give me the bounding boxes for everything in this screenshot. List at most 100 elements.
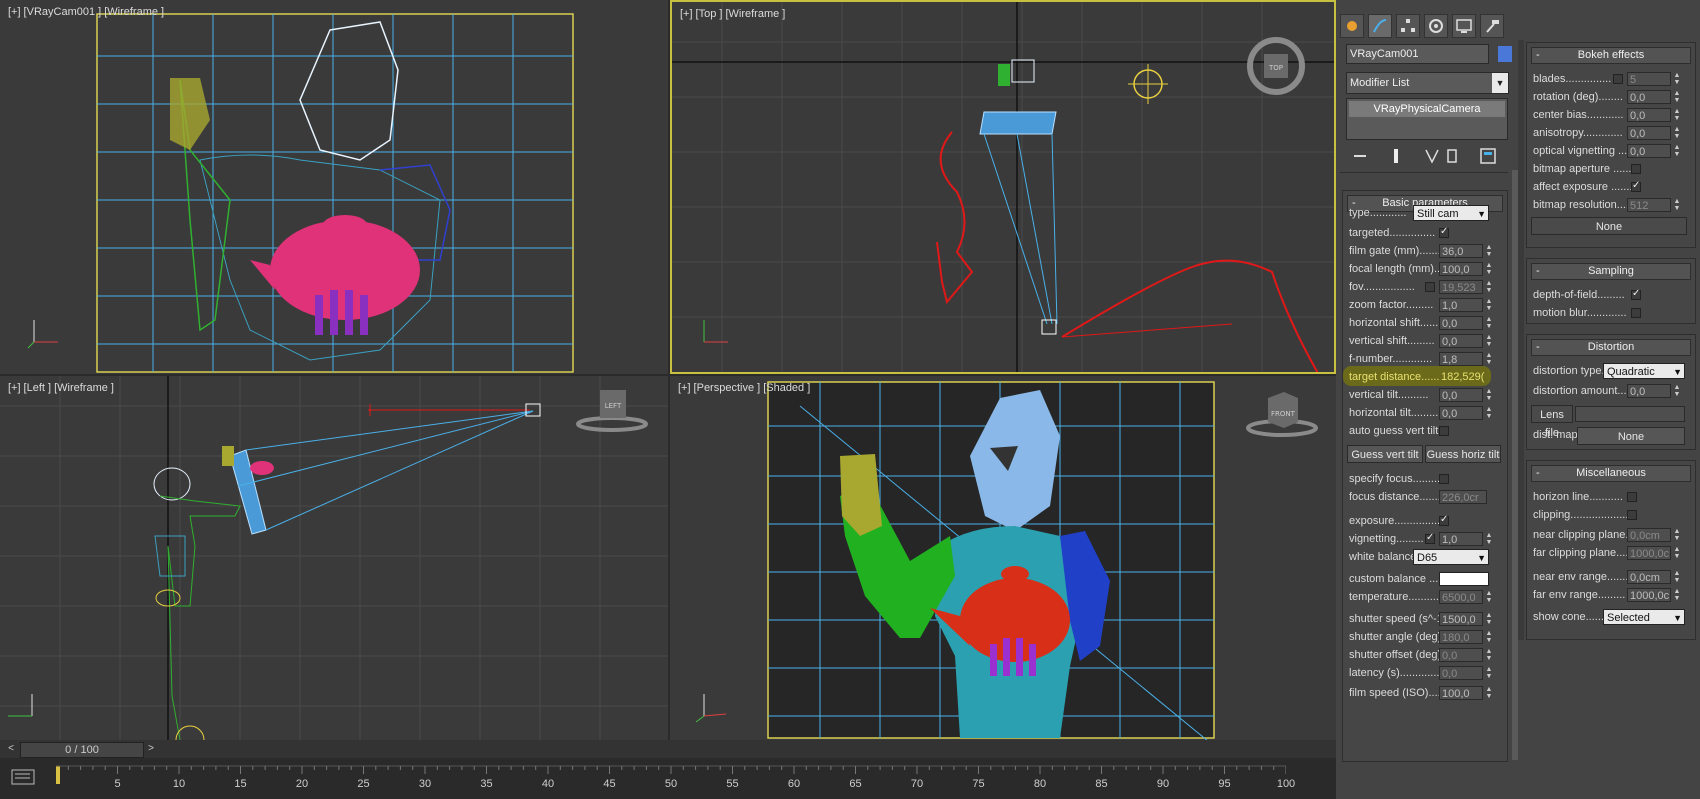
far-env-range-spinner[interactable]: 1000,0c (1627, 588, 1671, 602)
spinner-arrows-icon[interactable]: ▲ ▼ (1485, 590, 1493, 604)
latency-spinner[interactable]: 0,0 (1439, 666, 1483, 680)
viewport-label[interactable]: [+] [Perspective ] [Shaded ] (678, 382, 813, 394)
spinner-arrows-icon[interactable]: ▲ ▼ (1673, 198, 1681, 212)
rollout-header[interactable]: - Distortion (1531, 339, 1691, 356)
spinner-arrows-icon[interactable]: ▲ ▼ (1485, 612, 1493, 626)
rotation-spinner[interactable]: 0,0 (1627, 90, 1671, 104)
shutter-angle-spinner[interactable]: 180,0 (1439, 630, 1483, 644)
viewport-left[interactable]: [+] [Left ] [Wireframe ] LEFT (0, 376, 668, 740)
dist-map-button[interactable]: None (1577, 427, 1685, 445)
vignetting-spinner[interactable]: 1,0 (1439, 532, 1483, 546)
horizontal-shift-spinner[interactable]: 0,0 (1439, 316, 1483, 330)
show-cone-dropdown[interactable]: Selected ▼ (1603, 609, 1685, 625)
horizontal-tilt-spinner[interactable]: 0,0 (1439, 406, 1483, 420)
shutter-speed-spinner[interactable]: 1500,0 (1439, 612, 1483, 626)
guess-horiz-tilt-button[interactable]: Guess horiz tilt (1425, 445, 1501, 463)
viewcube-icon[interactable]: LEFT (574, 384, 650, 434)
rollout-header[interactable]: - Bokeh effects (1531, 47, 1691, 64)
spinner-arrows-icon[interactable]: ▲ ▼ (1673, 528, 1681, 542)
spinner-arrows-icon[interactable]: ▲ ▼ (1673, 570, 1681, 584)
spinner-arrows-icon[interactable]: ▲ ▼ (1485, 388, 1493, 402)
far-clipping-plane-spinner[interactable]: 1000,0c (1627, 546, 1671, 560)
focus-distance-spinner[interactable]: 226,0cr (1439, 490, 1487, 504)
fov-checkbox[interactable] (1425, 282, 1435, 292)
tab-hierarchy[interactable] (1396, 14, 1420, 38)
viewport-top[interactable]: [+] [Top ] [Wireframe ] TOP (670, 0, 1336, 374)
bitmap-aperture-checkbox[interactable] (1631, 164, 1641, 174)
near-clipping-plane-spinner[interactable]: 0,0cm (1627, 528, 1671, 542)
tab-create[interactable] (1340, 14, 1364, 38)
spinner-arrows-icon[interactable]: ▲ ▼ (1485, 280, 1493, 294)
configure-sets-icon[interactable] (1478, 146, 1498, 166)
pin-stack-icon[interactable] (1350, 146, 1370, 166)
tab-display[interactable] (1452, 14, 1476, 38)
viewport-label[interactable]: [+] [Top ] [Wireframe ] (680, 8, 788, 20)
trackbar[interactable]: 5 10 15 20 25 30 35 40 45 50 55 60 65 70 75 80 85 90 95 100 (0, 760, 1336, 799)
spinner-arrows-icon[interactable]: ▲ ▼ (1673, 588, 1681, 602)
spinner-arrows-icon[interactable]: ▲ ▼ (1673, 144, 1681, 158)
modifier-stack[interactable]: VRayPhysicalCamera (1346, 98, 1508, 140)
f-number-spinner[interactable]: 1,8 (1439, 352, 1483, 366)
center-bias-spinner[interactable]: 0,0 (1627, 108, 1671, 122)
object-color-swatch[interactable] (1498, 46, 1512, 62)
temperature-spinner[interactable]: 6500,0 (1439, 590, 1483, 604)
motion-blur-checkbox[interactable] (1631, 308, 1641, 318)
modifier-list-dropdown[interactable]: Modifier List ▼ (1346, 72, 1509, 94)
spinner-arrows-icon[interactable]: ▲ ▼ (1673, 126, 1681, 140)
exposure-checkbox[interactable] (1439, 514, 1449, 526)
lens-file-button[interactable]: Lens file (1531, 405, 1573, 439)
vertical-shift-spinner[interactable]: 0,0 (1439, 334, 1483, 348)
viewcube-icon[interactable]: FRONT (1244, 386, 1320, 442)
spinner-arrows-icon[interactable]: ▲ ▼ (1485, 298, 1493, 312)
time-slider[interactable]: 0 / 100 (20, 742, 144, 758)
spinner-arrows-icon[interactable]: ▲ ▼ (1485, 532, 1493, 546)
tab-motion[interactable] (1424, 14, 1448, 38)
next-frame-button[interactable]: > (144, 742, 158, 756)
viewcube-icon[interactable]: TOP (1246, 36, 1306, 96)
vertical-tilt-spinner[interactable]: 0,0 (1439, 388, 1483, 402)
film-speed-spinner[interactable]: 100,0 (1439, 686, 1483, 700)
spinner-arrows-icon[interactable]: ▲ ▼ (1673, 90, 1681, 104)
spinner-arrows-icon[interactable]: ▲ ▼ (1673, 108, 1681, 122)
focal-length-spinner[interactable]: 100,0 (1439, 262, 1483, 276)
viewport-label[interactable]: [+] [Left ] [Wireframe ] (8, 382, 117, 394)
object-name-field[interactable]: VRayCam001 (1346, 44, 1489, 64)
blades-spinner[interactable]: 5 (1627, 72, 1671, 86)
viewport-label[interactable]: [+] [VRayCam001 ] [Wireframe ] (8, 6, 167, 18)
spinner-arrows-icon[interactable]: ▲ ▼ (1485, 352, 1493, 366)
viewport-perspective[interactable]: [+] [Perspective ] [Shaded ] FRONT (670, 376, 1336, 740)
frame-ruler[interactable]: 5 10 15 20 25 30 35 40 45 50 55 60 65 70 75 80 85 90 95 100 (56, 762, 1295, 798)
targeted-checkbox[interactable] (1439, 226, 1449, 238)
zoom-factor-spinner[interactable]: 1,0 (1439, 298, 1483, 312)
bitmap-none-button[interactable]: None (1531, 217, 1687, 235)
spinner-arrows-icon[interactable]: ▲ ▼ (1673, 546, 1681, 560)
spinner-arrows-icon[interactable]: ▲ ▼ (1485, 262, 1493, 276)
clipping-checkbox[interactable] (1627, 510, 1637, 520)
custom-balance-color-swatch[interactable] (1439, 572, 1489, 586)
lens-file-field[interactable] (1575, 406, 1685, 422)
vignetting-checkbox[interactable] (1425, 532, 1435, 544)
spinner-arrows-icon[interactable]: ▲ ▼ (1673, 72, 1681, 86)
spinner-arrows-icon[interactable]: ▲ ▼ (1485, 406, 1493, 420)
show-end-result-icon[interactable] (1386, 146, 1406, 166)
near-env-range-spinner[interactable]: 0,0cm (1627, 570, 1671, 584)
depth-of-field-checkbox[interactable] (1631, 288, 1641, 300)
distortion-type-dropdown[interactable]: Quadratic ▼ (1603, 363, 1685, 379)
prev-frame-button[interactable]: < (4, 742, 18, 756)
optical-vignetting-spinner[interactable]: 0,0 (1627, 144, 1671, 158)
fov-spinner[interactable]: 19,523 (1439, 280, 1483, 294)
spinner-arrows-icon[interactable]: ▲ ▼ (1485, 334, 1493, 348)
film-gate-spinner[interactable]: 36,0 (1439, 244, 1483, 258)
spinner-arrows-icon[interactable]: ▲ ▼ (1485, 648, 1493, 662)
make-unique-icon[interactable] (1422, 146, 1442, 166)
horizon-line-checkbox[interactable] (1627, 492, 1637, 502)
rollout-header[interactable]: - Sampling (1531, 263, 1691, 280)
spinner-arrows-icon[interactable]: ▲ ▼ (1485, 244, 1493, 258)
viewport-camera[interactable]: [+] [VRayCam001 ] [Wireframe ] (0, 0, 668, 374)
tab-utilities[interactable] (1480, 14, 1504, 38)
modifier-stack-item[interactable]: VRayPhysicalCamera (1349, 101, 1505, 117)
rollout-header[interactable]: - Miscellaneous (1531, 465, 1691, 482)
bitmap-resolution-spinner[interactable]: 512 (1627, 198, 1671, 212)
spinner-arrows-icon[interactable]: ▲ ▼ (1485, 666, 1493, 680)
guess-vert-tilt-button[interactable]: Guess vert tilt (1347, 445, 1423, 463)
